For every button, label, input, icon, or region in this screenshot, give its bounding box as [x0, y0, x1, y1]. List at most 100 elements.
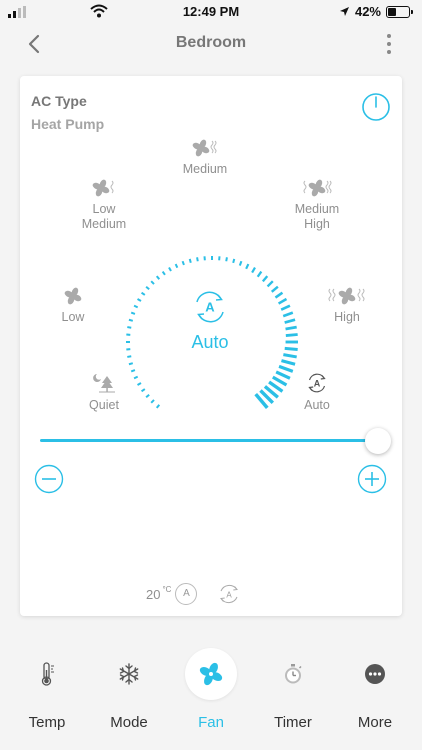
- dial-tick: [196, 257, 199, 262]
- tab-icon-wrap: [349, 648, 401, 700]
- fan-icon: [199, 662, 223, 686]
- dial-tick: [145, 393, 150, 399]
- tab-fan[interactable]: Fan: [169, 640, 253, 731]
- tab-mode[interactable]: Mode: [87, 640, 171, 731]
- more-options-icon[interactable]: [384, 32, 394, 56]
- dial-tick: [174, 263, 179, 269]
- dial-tick: [238, 260, 243, 266]
- fan-option-low-medium[interactable]: Low Medium: [69, 178, 139, 232]
- dial-tick: [133, 304, 139, 309]
- dial-tick: [161, 270, 166, 276]
- tab-timer[interactable]: Timer: [251, 640, 335, 731]
- dial-tick: [282, 311, 294, 318]
- dial-tick: [277, 297, 288, 305]
- dial-tick: [133, 375, 139, 380]
- decrease-button[interactable]: [34, 464, 64, 494]
- battery-percent: 42%: [354, 4, 381, 19]
- more-icon: [365, 664, 385, 684]
- timer-icon: [285, 664, 302, 684]
- tab-icon-wrap: [267, 648, 319, 700]
- dial-tick: [281, 359, 296, 366]
- fan-speed-icon: [92, 179, 114, 197]
- tab-icon-wrap: [185, 648, 237, 700]
- dial-tick: [285, 333, 298, 337]
- fan-option-label: High: [334, 310, 360, 324]
- fan-option-medium[interactable]: Medium: [170, 138, 240, 177]
- thermometer-icon: [41, 662, 54, 686]
- fan-option-medium-high[interactable]: Medium High: [282, 178, 352, 232]
- fan-option-label: Medium: [182, 162, 228, 176]
- dial-tick: [271, 375, 288, 387]
- fan-option-label: Low Medium: [81, 202, 127, 231]
- bottom-tab-bar: Temp Mode Fan Timer More: [0, 640, 422, 750]
- temperature-unit: °C: [162, 584, 172, 594]
- fan-option-label: Medium High: [294, 202, 340, 231]
- auto-mode-icon: A: [196, 291, 224, 323]
- dial-tick: [270, 285, 279, 293]
- tab-icon-wrap: [21, 648, 73, 700]
- location-arrow-icon: [339, 7, 349, 16]
- dial-tick: [130, 369, 136, 373]
- temperature-value: 20: [146, 586, 161, 602]
- dial-tick: [275, 370, 291, 380]
- dial-tick: [155, 275, 161, 280]
- battery-level: [388, 7, 397, 16]
- dial-tick: [284, 318, 296, 324]
- dial-tick: [232, 258, 236, 264]
- fan-option-low[interactable]: Low: [48, 286, 98, 325]
- dial-tick: [150, 399, 155, 404]
- increase-button[interactable]: [357, 464, 387, 494]
- dial-tick: [168, 267, 172, 272]
- auto-badge: A: [175, 583, 198, 605]
- snowflake-icon: [119, 663, 139, 685]
- svg-text:A: A: [227, 591, 233, 600]
- fan-control-card: AC Type Heat Pump Medium Low Medium Medi…: [20, 76, 402, 616]
- dial-tick: [150, 280, 155, 285]
- dial-tick: [266, 280, 274, 288]
- tab-label: Mode: [110, 714, 148, 731]
- fan-speed-icon: [328, 287, 365, 305]
- dial-tick: [128, 318, 134, 322]
- dial-tick: [137, 382, 142, 386]
- tab-temp[interactable]: Temp: [5, 640, 89, 731]
- dial-tick: [225, 257, 228, 262]
- fan-slider-thumb[interactable]: [365, 428, 391, 454]
- dial-tick: [285, 325, 297, 331]
- dial-tick: [137, 298, 142, 302]
- auto-cycle-icon: A: [220, 585, 239, 603]
- fan-option-high[interactable]: High: [322, 286, 372, 325]
- tab-icon-wrap: [103, 648, 155, 700]
- header: Bedroom: [0, 24, 422, 64]
- dial-tick: [140, 291, 146, 296]
- dial-tick: [188, 258, 192, 264]
- dial-tick: [280, 304, 291, 311]
- ac-type-label: AC Type: [31, 93, 87, 109]
- dial-tick: [128, 362, 134, 366]
- temperature-status-row: 20 °C A A: [146, 582, 241, 606]
- dial-tick: [274, 291, 284, 299]
- dial-tick: [127, 355, 132, 358]
- dial-tick: [284, 346, 298, 351]
- ac-type-value: Heat Pump: [31, 116, 105, 132]
- dial-tick: [181, 260, 185, 266]
- page-title: Bedroom: [175, 34, 247, 51]
- svg-text:A: A: [205, 300, 215, 315]
- status-right: 42%: [339, 4, 413, 19]
- svg-text:A: A: [314, 379, 321, 389]
- tab-label: Temp: [28, 714, 66, 731]
- dial-tick: [251, 266, 256, 274]
- dial-tick: [278, 364, 294, 373]
- dial-tick: [140, 388, 146, 393]
- fan-slider-track[interactable]: [40, 439, 384, 442]
- dial-tick: [155, 404, 161, 409]
- tab-more[interactable]: More: [333, 640, 417, 731]
- dial-tick: [127, 326, 132, 329]
- fan-speed-icon: [64, 287, 82, 305]
- power-button[interactable]: [361, 92, 391, 122]
- fan-speed-icon: [192, 139, 217, 157]
- dial-tick: [283, 353, 297, 359]
- dial-tick: [245, 263, 250, 270]
- status-bar: 12:49 PM 42%: [0, 0, 422, 24]
- dial-tick: [261, 275, 269, 283]
- tab-label: Timer: [274, 714, 312, 731]
